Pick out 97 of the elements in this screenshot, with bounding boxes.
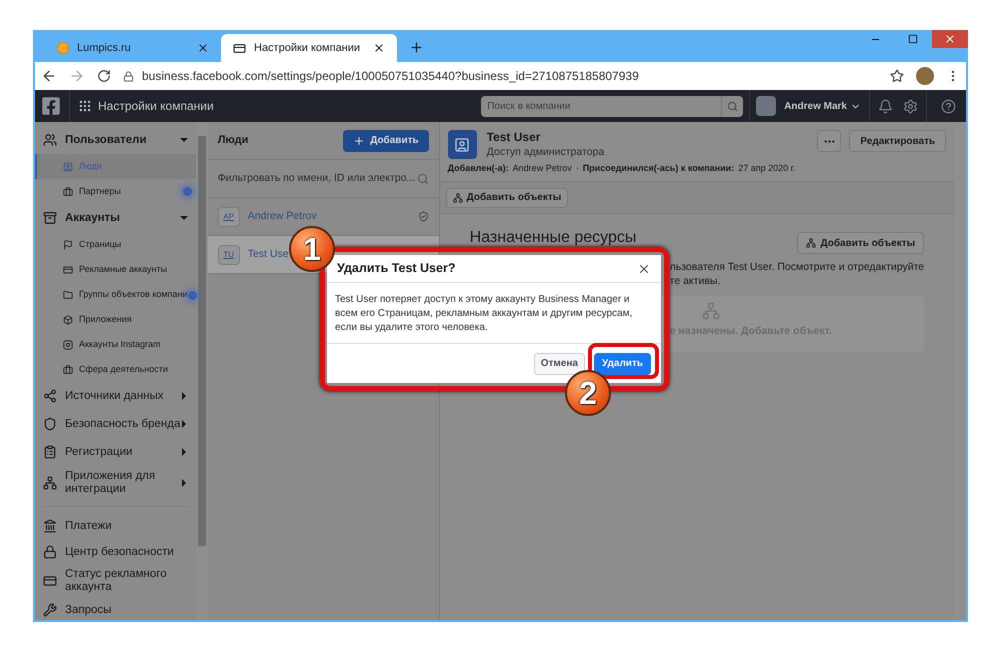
close-window-button[interactable] [932,30,968,48]
caret-down-icon [180,136,188,144]
caret-right-icon [180,479,188,487]
sidebar-link[interactable]: Статус рекламного аккаунта [35,565,196,597]
search-field[interactable]: Поиск в компании [481,96,722,116]
logo-icon[interactable] [41,96,61,116]
sidebar-item[interactable]: Партнеры [35,179,196,204]
account-name[interactable]: Andrew Mark [784,98,847,114]
new-tab-icon[interactable] [409,40,424,55]
add-button[interactable]: Добавить [343,130,429,152]
cancel-button[interactable]: Отмена [534,352,585,374]
caret-down-icon [180,214,188,222]
share-icon [43,389,57,403]
sidebar-item[interactable]: Аккаунты Instagram [35,332,196,357]
dialog-title: Удалить Test User? [337,260,456,278]
sidebar-item[interactable]: Рекламные аккаунты [35,257,196,282]
clipboard-icon [43,445,57,459]
sidebar-item[interactable]: Приложения [35,307,196,332]
network-icon [702,302,720,320]
lock-icon [43,545,57,559]
filter-field[interactable]: Фильтровать по имени, ID или электро... [218,170,417,186]
dialog-message: Test User потеряет доступ к этому аккаунту Business Manager и всем его Страницам, рекламным аккаунтам и другим ресурсам, если вы удалите этого человека. [327,283,661,344]
settings-icon[interactable] [903,98,918,114]
sidebar-link[interactable]: Платежи [35,513,196,539]
lock-icon [123,70,134,82]
meta-label: Добавлен(-а): [448,162,509,175]
caret-right-icon [180,448,188,456]
site-icon [57,42,69,54]
profile-icon [448,130,477,159]
initials-avatar: AP [218,206,240,226]
briefcase-icon [63,364,73,374]
search-icon[interactable] [727,100,738,112]
tab-title: Lumpics.ru [77,40,131,56]
sidebar-section[interactable]: Пользователи [35,126,196,154]
bank-icon [43,519,57,533]
caret-right-icon [180,392,188,400]
browser-tab[interactable]: Lumpics.ru [45,34,221,62]
sidebar-section[interactable]: Безопасность бренда [35,410,196,438]
meta-separator: · [576,162,579,175]
sidebar-section[interactable]: Приложения для интеграции [35,466,196,500]
sidebar-item[interactable]: Сфера деятельности [35,357,196,382]
bookmark-icon[interactable] [890,69,904,83]
card-icon [63,264,73,274]
sidebar-item[interactable]: Группы объектов компани [35,282,196,307]
plus-icon [353,134,366,146]
add-assets-button[interactable]: Добавить объекты [797,232,924,254]
browser-tab[interactable]: Настройки компании [221,34,397,62]
close-icon [944,33,956,45]
panel-title: Люди [218,133,248,148]
user-name: Test User [486,130,542,145]
edit-button[interactable]: Редактировать [849,130,946,152]
box-icon [63,314,73,324]
apps-icon[interactable] [78,99,92,113]
person-name: Test Use [248,246,289,262]
flag-icon [63,240,73,250]
network-icon [43,476,57,490]
sidebar-link[interactable]: Запросы [35,597,196,620]
site-icon [233,42,246,54]
account-avatar[interactable] [756,96,776,116]
person-name: Andrew Petrov [248,208,317,224]
network-icon [452,192,463,203]
add-assets-button[interactable]: Добавить объекты [446,188,568,208]
profile-avatar[interactable] [916,67,934,85]
user-icon [63,162,73,172]
meta-value: Andrew Petrov [512,162,572,175]
archive-icon [43,211,57,225]
folder-icon [63,290,73,300]
delete-button[interactable]: Удалить [594,352,651,374]
close-icon[interactable] [373,42,385,54]
notifications-icon[interactable] [878,98,893,114]
wrench-icon [43,603,57,617]
users-icon [43,133,57,147]
description-text: льзователя Test User. Посмотрите и отредактируйте [670,260,924,274]
close-icon[interactable] [197,42,209,54]
back-icon[interactable] [41,68,57,84]
section-title: Назначенные ресурсы [470,228,636,248]
app-title: Настройки компании [98,98,214,115]
caret-right-icon [180,420,188,428]
sidebar-link[interactable]: Центр безопасности [35,539,196,565]
sidebar-item[interactable]: Страницы [35,232,196,257]
user-role: Доступ администратора [486,145,604,160]
instagram-icon [63,340,73,350]
sidebar-section[interactable]: Аккаунты [35,204,196,232]
help-icon[interactable] [941,98,956,114]
sidebar-section[interactable]: Источники данных [35,382,196,410]
tab-title: Настройки компании [254,40,360,56]
description-text: те активы. [670,274,720,288]
meta-label: Присоединился(-ась) к компании: [582,162,734,175]
meta-value: 27 апр 2020 г. [738,162,796,175]
network-icon [806,238,816,248]
shield-icon [43,417,57,431]
briefcase-icon [63,186,73,196]
card-icon [43,574,57,588]
sidebar-section[interactable]: Регистрации [35,438,196,466]
maximize-icon[interactable] [908,34,918,44]
reload-icon[interactable] [97,69,111,83]
initials-avatar: TU [218,244,240,264]
